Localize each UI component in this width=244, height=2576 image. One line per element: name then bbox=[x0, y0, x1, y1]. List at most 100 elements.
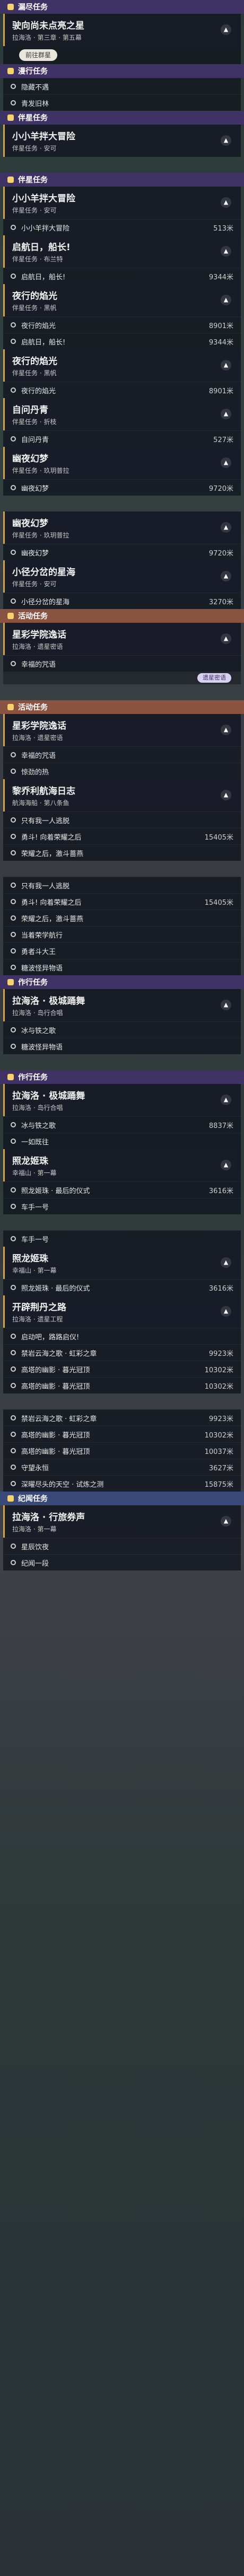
objective-row[interactable]: 勇斗! 向着荣耀之后 15405米 bbox=[3, 828, 241, 844]
objective-row[interactable]: 车手一号 bbox=[3, 1198, 241, 1214]
objective-row[interactable]: 幽夜幻梦 9720米 bbox=[3, 479, 241, 496]
collapse-icon[interactable]: ▲ bbox=[221, 1095, 231, 1105]
objective-row[interactable]: 禁岩云海之歌 · 虹彩之章 9923米 bbox=[3, 1344, 241, 1361]
objective-label: 夜行的焰光 bbox=[21, 322, 56, 330]
quest-card[interactable]: 黎乔利航海日志 航海海船 · 第八条鱼 ▲ bbox=[3, 779, 241, 811]
objective-row[interactable]: 幸福的咒语 bbox=[3, 746, 241, 763]
collapse-icon[interactable]: ▲ bbox=[221, 1160, 231, 1170]
objective-dot-icon bbox=[11, 883, 16, 888]
objective-row[interactable]: 勇者斗大王 bbox=[3, 942, 241, 959]
objective-row[interactable]: 高塔的幽影 · 暮光冠顶 10302米 bbox=[3, 1426, 241, 1442]
travel-button[interactable]: 前往群星 bbox=[19, 49, 58, 61]
objective-row[interactable]: 只有我一人逃脱 bbox=[3, 877, 241, 893]
objective-row[interactable]: 照龙姬珠 · 最后的仪式 3616米 bbox=[3, 1279, 241, 1295]
objective-row[interactable]: 青发旧林 bbox=[3, 94, 241, 111]
collapse-icon[interactable]: ▲ bbox=[221, 197, 231, 208]
collapse-icon[interactable]: ▲ bbox=[221, 790, 231, 800]
collapse-icon[interactable]: ▲ bbox=[221, 725, 231, 735]
objective-row[interactable]: 启动吧，路路启仪! bbox=[3, 1328, 241, 1344]
collapse-icon[interactable]: ▲ bbox=[221, 135, 231, 146]
quest-card[interactable]: 夜行的焰光 伴星任务 · 黑帆 ▲ bbox=[3, 349, 241, 382]
collapse-icon[interactable]: ▲ bbox=[221, 295, 231, 305]
objective-row[interactable]: 幽夜幻梦 9720米 bbox=[3, 544, 241, 560]
collapse-icon[interactable]: ▲ bbox=[221, 1257, 231, 1268]
objective-distance: 3616米 bbox=[208, 1284, 233, 1293]
objective-dot-icon bbox=[11, 948, 16, 954]
quest-card[interactable]: 拉海洛 · 行旅券声 拉海洛 · 第一幕 ▲ bbox=[3, 1505, 241, 1538]
quest-card[interactable]: 幽夜幻梦 伴星任务 · 玖玥普拉 ▲ bbox=[3, 447, 241, 479]
quest-card[interactable]: 夜行的焰光 伴星任务 · 黑帆 ▲ bbox=[3, 284, 241, 316]
quest-title: 夜行的焰光 bbox=[12, 356, 57, 367]
section-header: 漏尽任务 bbox=[0, 0, 244, 14]
objective-row[interactable]: 星辰饮夜 bbox=[3, 1538, 241, 1554]
objective-row[interactable]: 夜行的焰光 8901米 bbox=[3, 316, 241, 333]
quest-card[interactable]: 星彩学院逸话 拉海洛 · 遗星密语 ▲ bbox=[3, 714, 241, 746]
objective-row[interactable]: 纪闻一段 bbox=[3, 1554, 241, 1571]
objective-row[interactable]: 高塔的幽影 · 暮光冠顶 10037米 bbox=[3, 1442, 241, 1459]
objective-row[interactable]: 一如既往 bbox=[3, 1133, 241, 1149]
objective-row[interactable]: 照龙姬珠 · 最后的仪式 3616米 bbox=[3, 1181, 241, 1198]
objective-row[interactable]: 守望永恒 3627米 bbox=[3, 1459, 241, 1475]
quest-card[interactable]: 照龙姬珠 幸福山 · 第一幕 ▲ bbox=[3, 1247, 241, 1279]
objective-row[interactable]: 夜行的焰光 8901米 bbox=[3, 382, 241, 398]
collapse-icon[interactable]: ▲ bbox=[221, 360, 231, 370]
collapse-icon[interactable]: ▲ bbox=[221, 571, 231, 581]
collapse-icon[interactable]: ▲ bbox=[221, 1516, 231, 1527]
quest-card[interactable]: 驶向尚未点亮之星 拉海洛 · 第三章 · 第五幕 ▲ bbox=[3, 14, 241, 46]
objective-row[interactable]: 车手一号 bbox=[3, 1230, 241, 1247]
quest-card[interactable]: 拉海洛 · 极城踊舞 拉海洛 · 岛行合唱 ▲ bbox=[3, 1084, 241, 1116]
quest-card[interactable]: 幽夜幻梦 伴星任务 · 玖玥普拉 ▲ bbox=[3, 511, 241, 544]
objective-row[interactable]: 禁岩云海之歌 · 虹彩之章 9923米 bbox=[3, 1409, 241, 1426]
objective-row[interactable]: 高塔的幽影 · 暮光冠顶 10302米 bbox=[3, 1361, 241, 1377]
objective-row[interactable]: 隐藏不遇 bbox=[3, 78, 241, 94]
objective-row[interactable]: 冰与铁之歌 8837米 bbox=[3, 1116, 241, 1133]
objective-row[interactable]: 糖波怪异物语 bbox=[3, 1038, 241, 1054]
collapse-icon[interactable]: ▲ bbox=[221, 246, 231, 257]
quest-subtitle: 拉海洛 · 岛行合唱 bbox=[12, 1104, 63, 1111]
objective-row[interactable]: 冰与铁之歌 bbox=[3, 1021, 241, 1038]
objective-row[interactable]: 启航日，船长! 9344米 bbox=[3, 268, 241, 284]
quest-card[interactable]: 小径分岔的星海 伴星任务 · 安可 ▲ bbox=[3, 560, 241, 593]
objective-dot-icon bbox=[11, 1560, 16, 1565]
collapse-icon[interactable]: ▲ bbox=[221, 522, 231, 533]
collapse-icon[interactable]: ▲ bbox=[221, 633, 231, 644]
objective-row[interactable]: 惊劲的热 bbox=[3, 763, 241, 779]
collapse-icon[interactable]: ▲ bbox=[221, 409, 231, 419]
objective-label: 勇斗! 向着荣耀之后 bbox=[21, 898, 82, 907]
objective-dot-icon bbox=[11, 1044, 16, 1049]
objective-distance: 15405米 bbox=[204, 898, 233, 907]
objective-row[interactable]: 勇斗! 向着荣耀之后 15405米 bbox=[3, 893, 241, 910]
quest-type-icon bbox=[7, 979, 14, 985]
quest-card[interactable]: 开辟荆丹之路 拉海洛 · 遗星工程 ▲ bbox=[3, 1295, 241, 1328]
objective-dot-icon bbox=[11, 1187, 16, 1193]
objective-row[interactable]: 高塔的幽影 · 暮光冠顶 10302米 bbox=[3, 1377, 241, 1393]
objective-row[interactable]: 小小羊拌大冒险 513米 bbox=[3, 219, 241, 235]
objective-row[interactable]: 自问丹青 527米 bbox=[3, 430, 241, 447]
quest-title: 启航日，船长! bbox=[12, 242, 71, 253]
objective-row[interactable]: 荣耀之后，激斗蔷燕 bbox=[3, 844, 241, 861]
collapse-icon[interactable]: ▲ bbox=[221, 24, 231, 35]
quest-card[interactable]: 拉海洛 · 极城踊舞 拉海洛 · 岛行合唱 ▲ bbox=[3, 989, 241, 1021]
objective-row[interactable]: 糖波怪异物语 bbox=[3, 959, 241, 975]
objective-row[interactable]: 荣耀之后，激斗蔷燕 bbox=[3, 910, 241, 926]
objective-row[interactable]: 启航日，船长! 9344米 bbox=[3, 333, 241, 349]
objective-row[interactable]: 只有我一人逃脱 bbox=[3, 811, 241, 828]
objective-row[interactable]: 小径分岔的星海 3270米 bbox=[3, 593, 241, 609]
collapse-icon[interactable]: ▲ bbox=[221, 457, 231, 468]
quest-card[interactable]: 自问丹青 伴星任务 · 折枝 ▲ bbox=[3, 398, 241, 430]
objective-label: 幸福的咒语 bbox=[21, 660, 56, 669]
quest-card[interactable]: 照龙姬珠 幸福山 · 第一幕 ▲ bbox=[3, 1149, 241, 1181]
quest-card[interactable]: 小小羊拌大冒险 伴星任务 · 安可 ▲ bbox=[3, 187, 241, 219]
quest-card[interactable]: 启航日，船长! 伴星任务 · 布兰特 ▲ bbox=[3, 235, 241, 268]
event-tag[interactable]: 遗星密语 bbox=[197, 673, 231, 683]
objective-row[interactable]: 深曜尽头的天空 · 试炼之测 15875米 bbox=[3, 1475, 241, 1492]
quest-title: 拉海洛 · 行旅券声 bbox=[12, 1512, 85, 1523]
quest-card[interactable]: 小小羊拌大冒险 伴星任务 · 安可 ▲ bbox=[3, 125, 241, 157]
objective-row[interactable]: 当着荣学航行 bbox=[3, 926, 241, 942]
collapse-icon[interactable]: ▲ bbox=[221, 1306, 231, 1317]
section-header: 活动任务 bbox=[0, 609, 244, 623]
quest-card[interactable]: 星彩学院逸话 拉海洛 · 遗星密语 ▲ bbox=[3, 623, 241, 655]
objective-row[interactable]: 幸福的咒语 bbox=[3, 655, 241, 672]
collapse-icon[interactable]: ▲ bbox=[221, 1000, 231, 1010]
objective-distance: 10037米 bbox=[204, 1448, 233, 1456]
